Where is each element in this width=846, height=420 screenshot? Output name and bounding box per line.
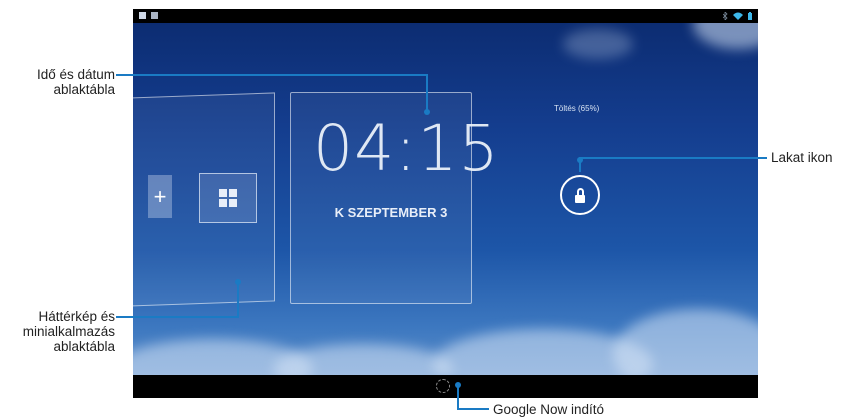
lock-screen: + 04:15 K SZEPTEMBER 3 Töltés (65%) (133, 9, 758, 398)
image-icon (151, 12, 158, 19)
callout-clock-line1: Idő és dátum (36, 67, 115, 82)
clock-time: 04:15 (313, 112, 500, 185)
callout-wallpaper-panel: Háttérkép és minialkalmazás ablaktábla (0, 309, 115, 354)
nav-bar (133, 375, 758, 398)
lock-icon[interactable] (560, 175, 600, 215)
callout-clock-panel: Idő és dátum ablaktábla (0, 67, 115, 97)
callout-wallpaper-line1: Háttérkép és (38, 309, 115, 324)
notification-icon (139, 12, 146, 19)
clock-date: K SZEPTEMBER 3 (334, 205, 448, 220)
battery-icon (748, 12, 752, 20)
bluetooth-icon (723, 12, 728, 20)
callout-wallpaper-line3: ablaktábla (53, 339, 115, 354)
callout-wallpaper-line2: minialkalmazás (22, 324, 115, 339)
google-now-icon[interactable] (436, 379, 450, 393)
add-widget-button[interactable]: + (148, 175, 172, 218)
callout-google-now: Google Now indító (493, 402, 605, 417)
callout-lock-icon: Lakat ikon (771, 150, 833, 165)
callout-clock-line2: ablaktábla (53, 82, 115, 97)
wifi-icon (733, 12, 743, 20)
widget-icon[interactable] (199, 173, 257, 223)
status-bar (133, 9, 758, 23)
charging-status: Töltés (65%) (554, 104, 600, 113)
